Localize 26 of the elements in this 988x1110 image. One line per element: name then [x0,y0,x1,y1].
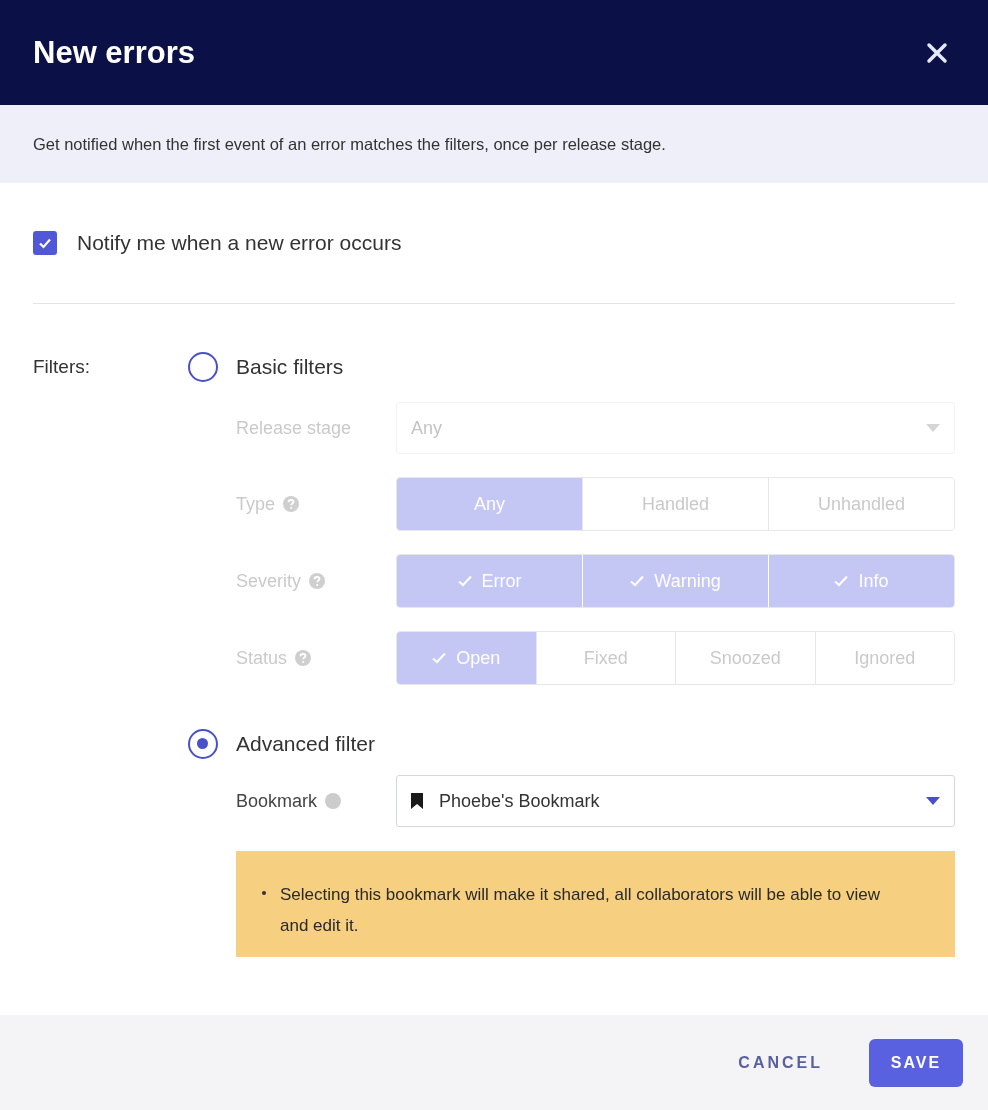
filters-label: Filters: [33,356,90,377]
help-icon [325,793,342,809]
check-icon [834,575,849,587]
radio-button[interactable] [188,729,218,759]
bullet-icon [262,891,266,895]
caret-icon [926,797,940,805]
cancel-button[interactable]: CANCEL [732,1052,829,1073]
close-icon[interactable] [926,41,948,64]
save-button[interactable]: SAVE [869,1038,963,1087]
check-icon [432,652,447,664]
caret-icon [926,424,940,432]
check-icon [457,575,472,587]
help-icon [283,496,300,512]
radio-label: Basic filters [236,355,344,379]
warning-text: Selecting this bookmark will make it shared, all collaborators will be able to view and edit it. [280,884,881,937]
bookmark-icon [411,793,423,809]
dialog-title: New errors [33,34,195,71]
help-icon [295,650,312,666]
field-label: Bookmark [236,790,318,812]
check-icon [630,575,645,587]
bookmark-select[interactable]: Phoebe's Bookmark [396,775,955,827]
notify-label: Notify me when a new error occurs [77,231,402,255]
description: Get notified when the first event of an error matches the filters, once per release stage. [33,134,666,154]
help-icon [309,573,326,589]
notify-checkbox[interactable] [33,231,57,255]
radio-label: Advanced filter [236,732,375,756]
